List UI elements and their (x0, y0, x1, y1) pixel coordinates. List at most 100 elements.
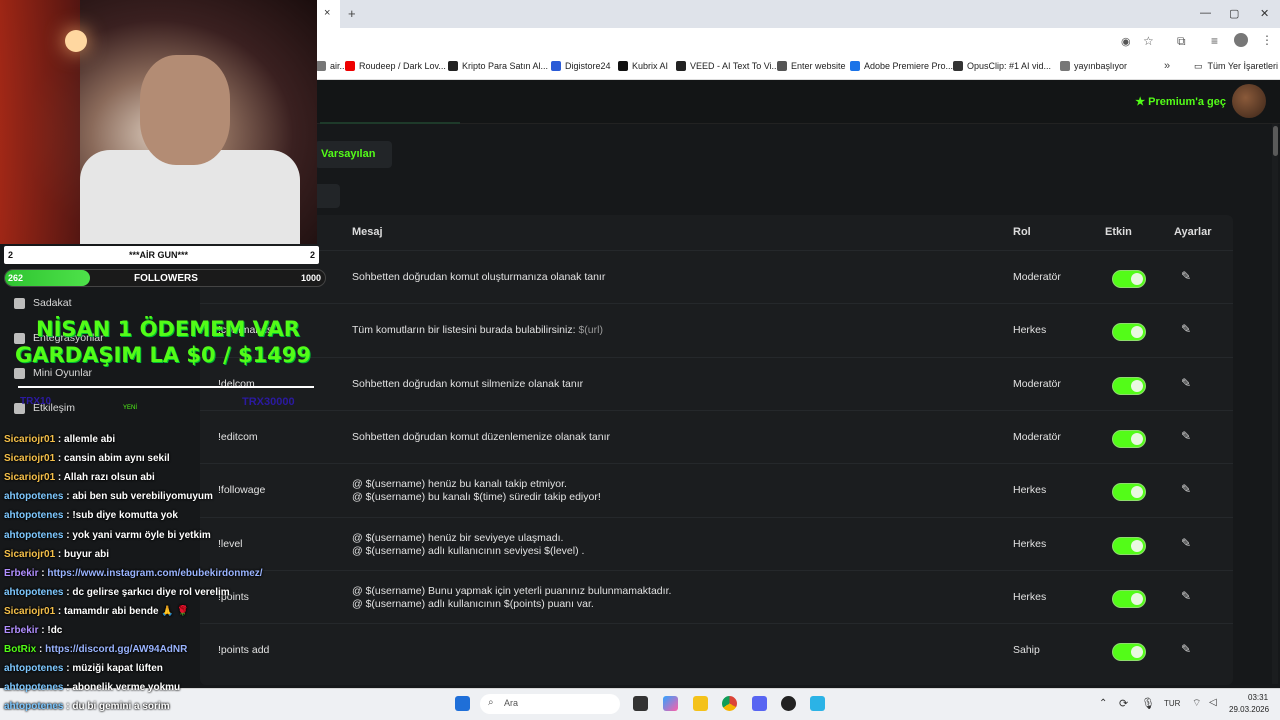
chat-username[interactable]: ahtopotenes (4, 491, 63, 502)
file-explorer-icon[interactable] (693, 696, 708, 711)
bookmark-item[interactable]: Enter website (777, 61, 846, 71)
chat-text: cansin abim aynı sekil (64, 453, 170, 465)
chat-username[interactable]: Sicariojr01 (4, 472, 55, 483)
scrollbar-thumb[interactable] (1273, 126, 1278, 156)
bookmark-item[interactable]: Kubrix AI (618, 61, 668, 71)
wifi-icon[interactable]: ⌔ (1192, 697, 1201, 710)
role-value[interactable]: Moderatör (1013, 378, 1061, 390)
language-indicator[interactable]: TUR (1164, 699, 1180, 708)
bookmark-item[interactable]: air... (316, 61, 347, 71)
role-value[interactable]: Herkes (1013, 484, 1046, 496)
pencil-icon[interactable]: ✎ (1181, 376, 1191, 390)
menu-kebab-icon[interactable]: ⋮ (1261, 33, 1273, 47)
enabled-toggle[interactable] (1112, 536, 1146, 555)
eye-off-icon[interactable]: ◉ (1121, 35, 1131, 48)
role-value[interactable]: Herkes (1013, 538, 1046, 550)
windows-start-icon[interactable] (455, 696, 470, 711)
bookmark-item[interactable]: Adobe Premiere Pro... (850, 61, 953, 71)
refresh-icon[interactable]: ⟳ (1119, 697, 1128, 710)
minimize-button[interactable]: — (1200, 7, 1211, 19)
role-value[interactable]: Sahip (1013, 644, 1040, 656)
tab-default[interactable]: Varsayılan (315, 141, 392, 168)
bookmark-item[interactable]: Roudeep / Dark Lov... (345, 61, 446, 71)
more-bookmarks-button[interactable]: » (1164, 60, 1170, 72)
chat-message: BotRix : https://discord.gg/AW94AdNR (4, 644, 188, 656)
enabled-toggle[interactable] (1112, 589, 1146, 608)
star-icon[interactable]: ☆ (1143, 34, 1154, 48)
chat-text: buyur abi (64, 548, 110, 560)
pencil-icon[interactable]: ✎ (1181, 589, 1191, 603)
sidebar-item-loyalty[interactable]: Sadakat (14, 297, 72, 309)
chat-text[interactable]: https://www.instagram.com/ebubekirdonmez… (47, 568, 262, 579)
enabled-toggle[interactable] (1112, 483, 1146, 502)
premium-link[interactable]: ★ Premium'a geç (1135, 95, 1226, 108)
chat-username[interactable]: Sicariojr01 (4, 549, 55, 560)
role-value[interactable]: Herkes (1013, 591, 1046, 603)
role-value[interactable]: Moderatör (1013, 271, 1061, 283)
volume-icon[interactable]: ◁ (1209, 697, 1217, 708)
chat-username[interactable]: ahtopotenes (4, 530, 63, 541)
bookmark-item[interactable]: Digistore24 (551, 61, 611, 71)
pencil-icon[interactable]: ✎ (1181, 536, 1191, 550)
media-icon[interactable]: ≡ (1211, 34, 1218, 48)
pencil-icon[interactable]: ✎ (1181, 322, 1191, 336)
role-value[interactable]: Moderatör (1013, 431, 1061, 443)
airgun-right-count: 2 (309, 250, 315, 260)
profile-avatar[interactable] (1234, 33, 1248, 47)
chat-message: ahtopotenes : yok yani varmı öyle bi yet… (4, 529, 211, 541)
microphone-icon[interactable]: 🎙 (1141, 697, 1155, 710)
chat-username[interactable]: Erbekir (4, 625, 38, 636)
pencil-icon[interactable]: ✎ (1181, 482, 1191, 496)
chat-username[interactable]: BotRix (4, 644, 36, 655)
bookmark-favicon-icon (777, 61, 787, 71)
app-icon[interactable] (810, 696, 825, 711)
chat-message: Erbekir : https://www.instagram.com/ebub… (4, 567, 263, 579)
chat-username[interactable]: ahtopotenes (4, 663, 63, 674)
chat-username[interactable]: ahtopotenes (4, 682, 63, 693)
clock-date[interactable]: 29.03.2026 (1229, 705, 1269, 714)
copilot-icon[interactable] (663, 696, 678, 711)
chat-username[interactable]: Sicariojr01 (4, 434, 55, 445)
obs-icon[interactable] (781, 696, 796, 711)
sidebar-item-mini-games[interactable]: Mini Oyunlar (14, 367, 92, 379)
clock-time[interactable]: 03:31 (1248, 693, 1268, 702)
chat-text: müziği kapat lüften (72, 663, 163, 675)
scrollbar-track[interactable] (1272, 124, 1278, 684)
tab-close-button[interactable]: × (324, 7, 330, 19)
taskbar-search[interactable]: ⌕ Ara (480, 694, 620, 714)
chat-username[interactable]: ahtopotenes (4, 701, 63, 712)
enabled-toggle[interactable] (1112, 643, 1146, 662)
chat-username[interactable]: ahtopotenes (4, 510, 63, 521)
new-tab-button[interactable]: + (348, 6, 356, 21)
enabled-toggle[interactable] (1112, 376, 1146, 395)
chat-username[interactable]: Erbekir (4, 568, 38, 579)
bookmark-label: Roudeep / Dark Lov... (359, 61, 446, 71)
pencil-icon[interactable]: ✎ (1181, 642, 1191, 656)
pencil-icon[interactable]: ✎ (1181, 429, 1191, 443)
enabled-toggle[interactable] (1112, 270, 1146, 288)
user-avatar[interactable] (1232, 84, 1266, 118)
discord-icon[interactable] (752, 696, 767, 711)
chat-username[interactable]: Sicariojr01 (4, 606, 55, 617)
window-close-button[interactable]: ✕ (1260, 7, 1269, 20)
donation-start: TRX10 (20, 396, 52, 407)
chat-text[interactable]: https://discord.gg/AW94AdNR (45, 644, 187, 655)
all-bookmarks-folder[interactable]: ▭ Tüm Yer İşaretleri (1194, 61, 1278, 72)
maximize-button[interactable]: ▢ (1229, 7, 1239, 20)
chrome-icon[interactable] (722, 696, 737, 711)
message-line-2: @ $(username) adlı kullanıcının $(points… (352, 597, 594, 610)
chat-username[interactable]: Sicariojr01 (4, 453, 55, 464)
enabled-toggle[interactable] (1112, 429, 1146, 448)
webcam-person-face (140, 55, 230, 165)
extensions-icon[interactable]: ⧉ (1177, 34, 1186, 49)
chevron-up-icon[interactable]: ⌃ (1099, 698, 1107, 709)
pencil-icon[interactable]: ✎ (1181, 269, 1191, 283)
bookmark-item[interactable]: yayınbaşlıyor (1060, 61, 1127, 71)
enabled-toggle[interactable] (1112, 323, 1146, 342)
chat-username[interactable]: ahtopotenes (4, 587, 63, 598)
bookmark-item[interactable]: VEED - AI Text To Vi... (676, 61, 779, 71)
task-view-icon[interactable] (633, 696, 648, 711)
bookmark-item[interactable]: Kripto Para Satın Al... (448, 61, 548, 71)
role-value[interactable]: Herkes (1013, 324, 1046, 336)
bookmark-item[interactable]: OpusClip: #1 AI vid... (953, 61, 1051, 71)
